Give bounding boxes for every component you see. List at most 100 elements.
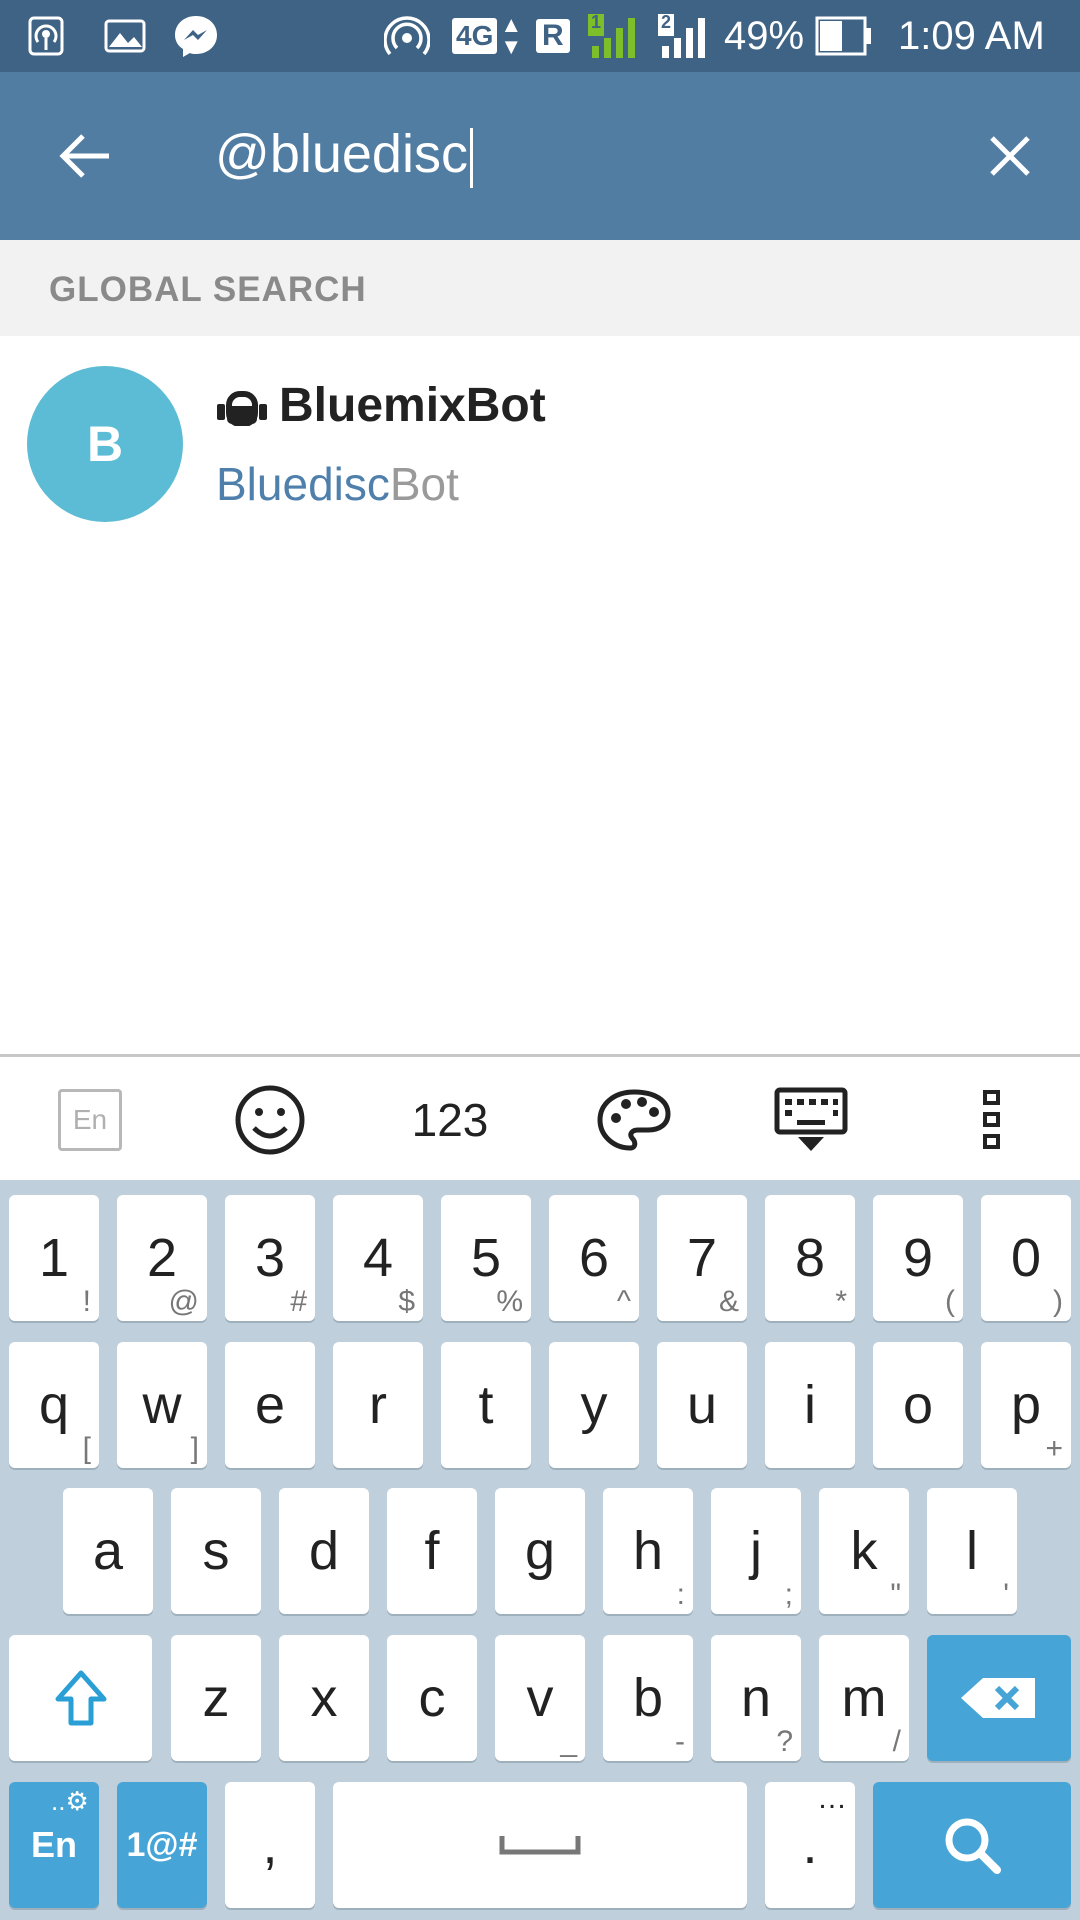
gallery-icon: [104, 0, 146, 72]
roaming-badge: R: [536, 0, 570, 72]
result-username: BluediscBot: [216, 457, 459, 511]
key-w[interactable]: w]: [117, 1342, 207, 1468]
key-secondary-label: +: [1045, 1432, 1063, 1465]
key-l[interactable]: l ': [927, 1488, 1017, 1614]
key-k[interactable]: k ": [819, 1488, 909, 1614]
key-4[interactable]: 4 $: [333, 1195, 423, 1321]
key-d[interactable]: d: [279, 1488, 369, 1614]
key-q[interactable]: q[: [9, 1342, 99, 1468]
section-header: GLOBAL SEARCH: [0, 240, 1080, 336]
key-secondary-label: #: [290, 1285, 307, 1318]
language-icon: En: [58, 1089, 122, 1151]
arrow-left-icon: [59, 134, 109, 178]
search-result-item[interactable]: B BluemixBot BluediscBot: [0, 336, 1080, 550]
key-x[interactable]: x: [279, 1635, 369, 1761]
emoji-button[interactable]: [222, 1057, 318, 1183]
key-label: d: [308, 1521, 340, 1581]
key-e[interactable]: e: [225, 1342, 315, 1468]
key-secondary-label: -: [675, 1725, 685, 1758]
backspace-icon: [961, 1678, 1035, 1718]
key-8[interactable]: 8 *: [765, 1195, 855, 1321]
key-b[interactable]: b-: [603, 1635, 693, 1761]
key-2[interactable]: 2 @: [117, 1195, 207, 1321]
comma-key[interactable]: ,: [225, 1782, 315, 1908]
signal-icon: 2: [656, 0, 712, 72]
avatar: B: [27, 366, 183, 522]
key-p[interactable]: p +: [981, 1342, 1071, 1468]
key-h[interactable]: h:: [603, 1488, 693, 1614]
key-z[interactable]: z: [171, 1635, 261, 1761]
theme-button[interactable]: [586, 1057, 682, 1183]
key-m[interactable]: m /: [819, 1635, 909, 1761]
key-c[interactable]: c: [387, 1635, 477, 1761]
keyboard: 1! 2 @3 #4 $5% 6 ^ 7 & 8 * 9(0) q[w] e r t y u i o p + a s d f g…: [0, 1180, 1080, 1920]
key-label: i: [804, 1375, 816, 1435]
key-secondary-label: ^: [616, 1285, 631, 1318]
key-v[interactable]: v _: [495, 1635, 585, 1761]
clear-search-button[interactable]: [965, 116, 1055, 196]
shift-key[interactable]: [9, 1635, 152, 1761]
hotspot-icon: [28, 0, 64, 72]
key-j[interactable]: j;: [711, 1488, 801, 1614]
settings-gear-icon: ..⚙: [51, 1786, 89, 1816]
key-u[interactable]: u: [657, 1342, 747, 1468]
key-6[interactable]: 6 ^: [549, 1195, 639, 1321]
language-key[interactable]: En ..⚙: [9, 1782, 99, 1908]
more-options-button[interactable]: [972, 1057, 1012, 1183]
key-5[interactable]: 5%: [441, 1195, 531, 1321]
search-icon: [945, 1818, 1001, 1874]
key-secondary-label: %: [496, 1285, 523, 1318]
space-icon: [499, 1836, 581, 1855]
back-button[interactable]: [40, 116, 130, 196]
numbers-button[interactable]: 123: [400, 1057, 500, 1183]
key-t[interactable]: t: [441, 1342, 531, 1468]
key-label: g: [524, 1521, 556, 1581]
symbols-key[interactable]: 1@#: [117, 1782, 207, 1908]
key-secondary-label: ': [1003, 1578, 1009, 1611]
network-type-badge: 4G ▲ ▼: [452, 0, 522, 72]
text-caret: [469, 127, 473, 188]
backspace-key[interactable]: [927, 1635, 1071, 1761]
key-f[interactable]: f: [387, 1488, 477, 1614]
shift-icon: [55, 1670, 106, 1726]
key-secondary-label: ": [890, 1578, 901, 1611]
key-r[interactable]: r: [333, 1342, 423, 1468]
key-secondary-label: $: [398, 1285, 415, 1318]
key-secondary-label: !: [82, 1285, 91, 1318]
language-toggle[interactable]: En: [50, 1057, 130, 1183]
key-3[interactable]: 3 #: [225, 1195, 315, 1321]
palette-icon: [597, 1089, 671, 1151]
period-key[interactable]: . …: [765, 1782, 855, 1908]
search-key[interactable]: [873, 1782, 1071, 1908]
key-9[interactable]: 9(: [873, 1195, 963, 1321]
key-y[interactable]: y: [549, 1342, 639, 1468]
key-s[interactable]: s: [171, 1488, 261, 1614]
clock: 1:09 AM: [898, 13, 1045, 58]
wireless-icon: [384, 0, 430, 72]
key-1[interactable]: 1!: [9, 1195, 99, 1321]
search-input[interactable]: @bluedisc: [215, 122, 473, 188]
battery-percent: 49%: [724, 13, 805, 58]
key-i[interactable]: i: [765, 1342, 855, 1468]
key-n[interactable]: n?: [711, 1635, 801, 1761]
key-o[interactable]: o: [873, 1342, 963, 1468]
key-secondary-label: ): [1053, 1285, 1063, 1318]
result-name: BluemixBot: [279, 379, 546, 432]
key-g[interactable]: g: [495, 1488, 585, 1614]
username-match: Bluedisc: [216, 458, 390, 510]
key-secondary-label: _: [560, 1725, 577, 1758]
hide-keyboard-button[interactable]: [766, 1057, 856, 1183]
key-label: a: [92, 1521, 124, 1581]
key-label: f: [424, 1521, 440, 1581]
key-secondary-label: ]: [190, 1432, 199, 1465]
key-label: o: [902, 1375, 934, 1435]
key-secondary-label: /: [892, 1725, 901, 1758]
key-label: x: [310, 1668, 338, 1728]
key-label: r: [369, 1375, 387, 1435]
key-a[interactable]: a: [63, 1488, 153, 1614]
key-7[interactable]: 7 &: [657, 1195, 747, 1321]
emoji-icon: [235, 1085, 305, 1155]
space-key[interactable]: [333, 1782, 747, 1908]
key-0[interactable]: 0): [981, 1195, 1071, 1321]
close-icon: [990, 136, 1030, 176]
